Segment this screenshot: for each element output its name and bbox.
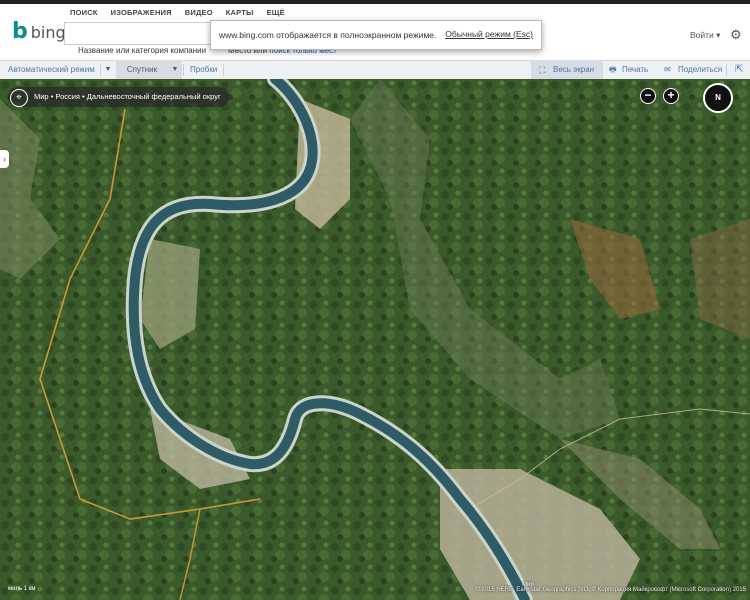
traffic-button[interactable]: Пробки: [190, 61, 217, 79]
satellite-imagery: [0, 79, 750, 600]
nav-more[interactable]: ЕЩЁ: [267, 8, 285, 17]
print-button[interactable]: Печать: [622, 61, 648, 79]
satellite-dropdown-icon[interactable]: ▼: [168, 61, 182, 79]
expand-panel-chevron-icon[interactable]: ›: [0, 150, 9, 168]
print-icon: 🖶: [609, 65, 617, 74]
nav-images[interactable]: ИЗОБРАЖЕНИЯ: [111, 8, 172, 17]
map-toolbar: Автоматический режим ▼ Спутник ▼ Пробки …: [0, 60, 750, 80]
bing-logo[interactable]: b bing: [12, 19, 66, 44]
compass-icon[interactable]: N: [703, 83, 733, 113]
signin-button[interactable]: Войти ▾: [690, 30, 720, 41]
zoom-out-button[interactable]: −: [640, 88, 656, 104]
toolbar-divider: [726, 64, 727, 76]
top-navigation: ПОИСК ИЗОБРАЖЕНИЯ ВИДЕО КАРТЫ ЕЩЁ: [70, 8, 285, 17]
fullscreen-notice: www.bing.com отображается в полноэкранно…: [210, 20, 542, 50]
fullscreen-icon: ⛶: [539, 65, 546, 75]
bing-logo-word: bing: [30, 22, 66, 42]
locate-me-icon[interactable]: ⌖: [10, 89, 28, 107]
bing-logo-mark: b: [12, 19, 28, 44]
business-search-hint: Название или категория компании: [78, 46, 207, 55]
scale-bar: миль 1 км: [8, 586, 36, 592]
mail-icon: ✉: [664, 65, 671, 74]
search-input[interactable]: [64, 22, 211, 45]
exit-fullscreen-link[interactable]: Обычный режим (Esc): [445, 29, 533, 39]
fullscreen-message: www.bing.com отображается в полноэкранно…: [219, 30, 437, 40]
gear-icon[interactable]: ⚙: [730, 27, 742, 43]
top-dark-bar: [0, 0, 750, 4]
nav-maps[interactable]: КАРТЫ: [226, 8, 254, 17]
toolbar-divider: [223, 64, 224, 76]
map-copyright: © 2015 HERE, Earthstar Geographics SIO, …: [475, 587, 746, 593]
nav-video[interactable]: ВИДЕО: [185, 8, 213, 17]
satellite-button[interactable]: Спутник: [116, 61, 168, 79]
fullscreen-label: Весь экран: [553, 65, 595, 74]
auto-mode-button[interactable]: Автоматический режим: [8, 61, 95, 79]
location-breadcrumb[interactable]: Мир • Россия • Дальневосточный федеральн…: [8, 87, 229, 107]
nav-search[interactable]: ПОИСК: [70, 8, 98, 17]
zoom-in-button[interactable]: +: [663, 88, 679, 104]
collapse-arrow-icon[interactable]: ⇱: [735, 61, 743, 79]
share-button[interactable]: Поделиться: [678, 61, 722, 79]
auto-mode-dropdown-icon[interactable]: ▼: [101, 61, 115, 79]
toolbar-divider: [183, 64, 184, 76]
satellite-map[interactable]: [0, 79, 750, 600]
fullscreen-button[interactable]: ⛶ Весь экран: [531, 61, 603, 79]
